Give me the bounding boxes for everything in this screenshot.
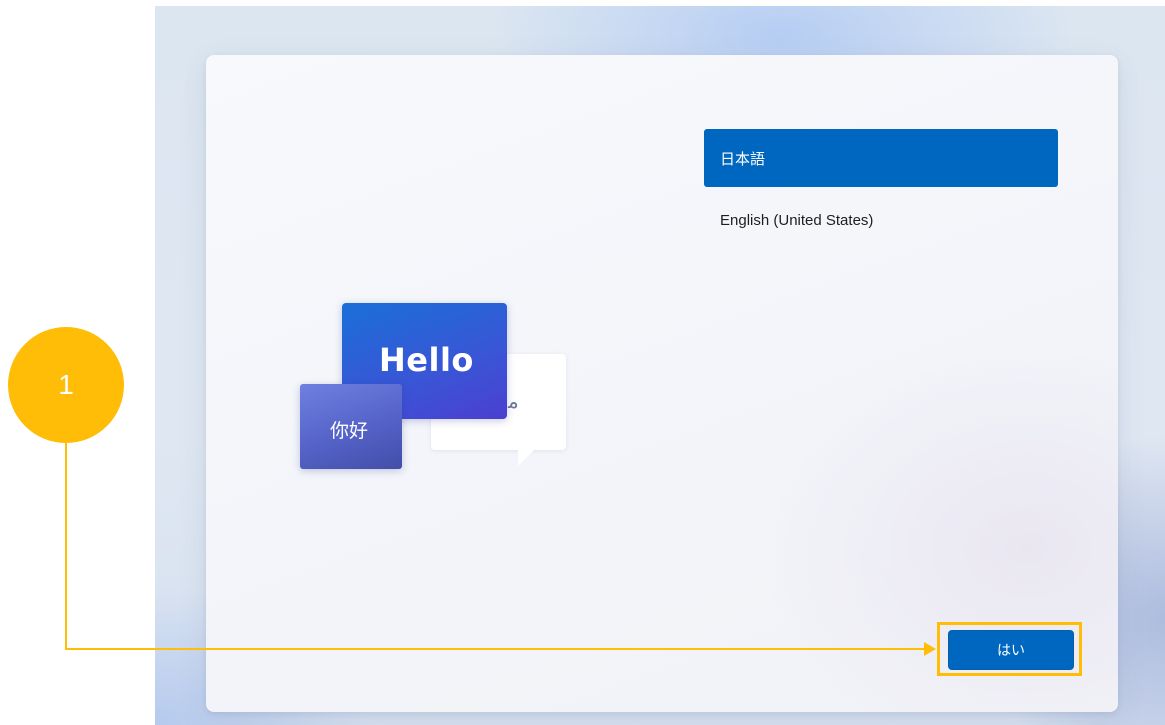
yes-button[interactable]: はい: [948, 630, 1074, 670]
hello-text: Hello: [379, 341, 474, 379]
arrow-right-icon: [924, 642, 936, 656]
bubble-glyph-icon: ﻣ: [508, 391, 519, 413]
nihao-card: 你好: [300, 384, 402, 469]
callout-leader-line: [65, 648, 927, 650]
step-callout: 1: [8, 327, 124, 443]
language-option-label: English (United States): [720, 211, 874, 229]
language-option-english-us[interactable]: English (United States): [704, 191, 1058, 249]
language-option-label: 日本語: [720, 150, 766, 168]
speech-bubble-tail: [518, 448, 536, 466]
nihao-text: 你好: [330, 420, 369, 442]
callout-leader-line: [65, 443, 67, 650]
step-number: 1: [58, 369, 74, 400]
language-option-japanese[interactable]: 日本語: [704, 129, 1058, 187]
language-illustration: ﻣ Hello 你好: [300, 303, 570, 473]
